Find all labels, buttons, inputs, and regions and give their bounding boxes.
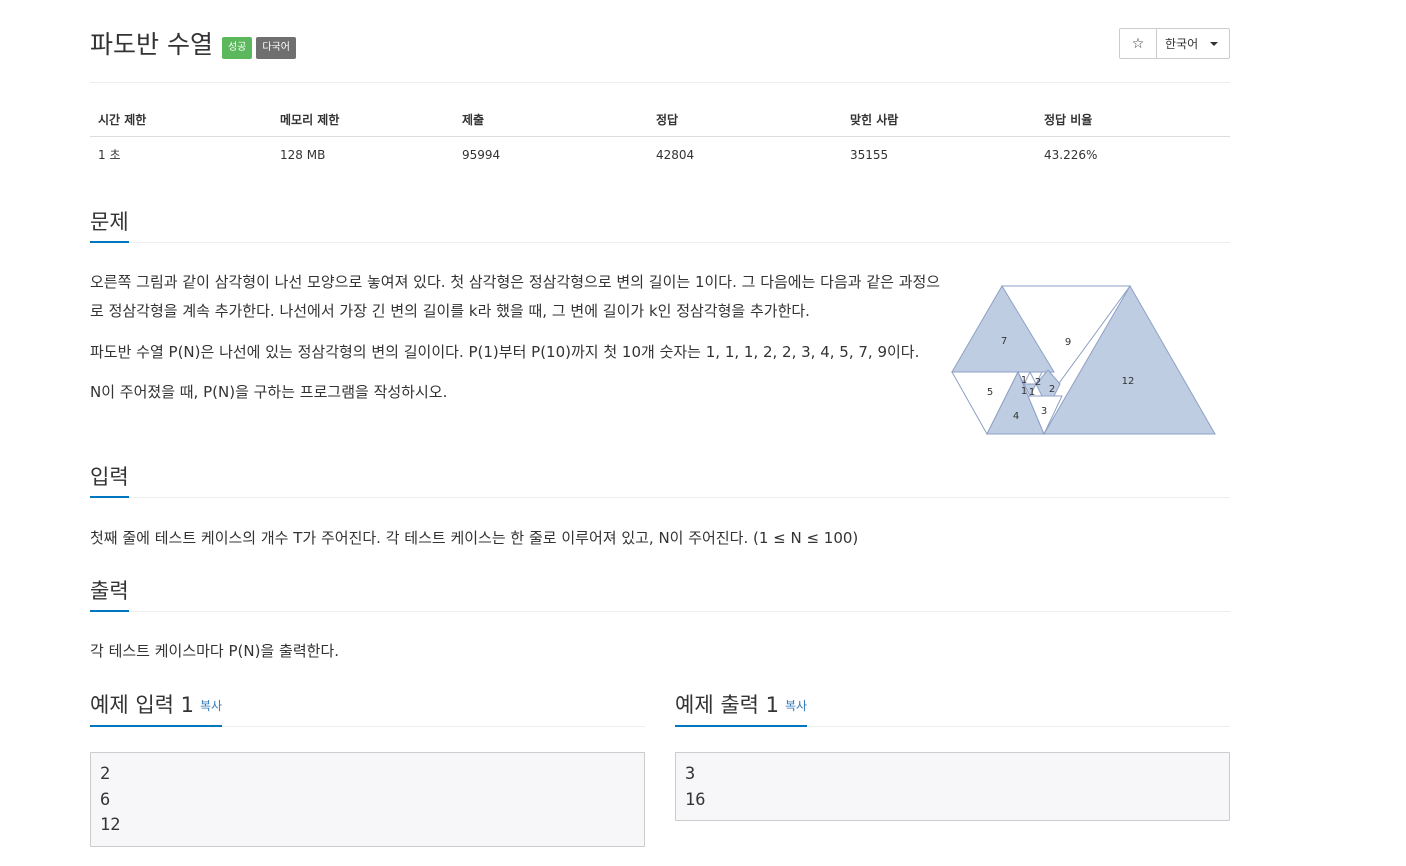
output-description: 각 테스트 케이스마다 P(N)을 출력한다. [90, 642, 340, 660]
sample-output-box[interactable]: 3 16 [675, 752, 1230, 821]
star-icon: ☆ [1131, 35, 1145, 52]
sample-output-title: 예제 출력 1 복사 [675, 690, 808, 727]
sample-output-header: 예제 출력 1 복사 [675, 688, 1230, 727]
input-description: 첫째 줄에 테스트 케이스의 개수 T가 주어진다. 각 테스트 케이스는 한 … [90, 529, 859, 547]
page-title: 파도반 수열 [90, 30, 213, 59]
problem-text-line: 오른쪽 그림과 같이 삼각형이 나선 모양으로 놓여져 있다. 첫 삼각형은 정… [90, 273, 941, 291]
table-cell[interactable]: 42804 [648, 137, 842, 172]
chevron-down-icon [1210, 41, 1219, 46]
problem-text-line: 로 정삼각형을 계속 추가한다. 나선에서 가장 긴 변의 길이를 k라 했을 … [90, 302, 810, 320]
header-actions: ☆ 한국어 [1119, 28, 1230, 59]
language-label: 한국어 [1165, 37, 1199, 51]
table-row: 1 초 128 MB 95994 42804 35155 43.226% [90, 137, 1230, 172]
table-header: 제출 [454, 103, 648, 137]
copy-sample-output-link[interactable]: 복사 [785, 699, 807, 713]
status-badge-multilang[interactable]: 다국어 [256, 37, 296, 59]
sample-input-title: 예제 입력 1 복사 [90, 690, 223, 727]
input-section-header: 입력 [90, 459, 1230, 498]
problem-section-header: 문제 [90, 204, 1230, 243]
output-section-header: 출력 [90, 573, 1230, 612]
table-header: 맞힌 사람 [842, 103, 1036, 137]
figure-label: 7 [1001, 336, 1007, 347]
figure-label: 4 [1013, 411, 1019, 422]
copy-sample-input-link[interactable]: 복사 [200, 699, 222, 713]
output-section-title: 출력 [90, 576, 129, 612]
figure-label: 2 [1035, 377, 1041, 388]
table-cell[interactable]: 35155 [842, 137, 1036, 172]
table-header: 메모리 제한 [272, 103, 454, 137]
table-header: 정답 [648, 103, 842, 137]
problem-section-title: 문제 [90, 207, 129, 243]
title-row: 파도반 수열 성공 다국어 [90, 28, 296, 62]
sample-output-title-text: 예제 출력 1 [675, 693, 779, 717]
padovan-spiral-figure: 7 9 12 5 1 2 2 1 1 4 3 [951, 285, 1216, 436]
figure-label: 3 [1041, 406, 1047, 417]
table-header: 정답 비율 [1036, 103, 1230, 137]
favorite-button[interactable]: ☆ [1119, 28, 1157, 59]
table-cell[interactable]: 95994 [454, 137, 648, 172]
figure-label: 2 [1049, 384, 1055, 395]
table-cell: 1 초 [98, 148, 121, 162]
status-badge-success[interactable]: 성공 [221, 37, 253, 59]
figure-label: 9 [1065, 337, 1071, 348]
problem-text-line: N이 주어졌을 때, P(N)을 구하는 프로그램을 작성하시오. [90, 383, 448, 401]
figure-label: 12 [1122, 376, 1135, 387]
sample-input-title-text: 예제 입력 1 [90, 693, 194, 717]
table-cell: 43.226% [1044, 147, 1098, 162]
problem-info-table: 시간 제한 메모리 제한 제출 정답 맞힌 사람 정답 비율 1 초 128 M… [90, 103, 1230, 171]
problem-text-line: 파도반 수열 P(N)은 나선에 있는 정삼각형의 변의 길이이다. P(1)부… [90, 343, 920, 361]
problem-page: 파도반 수열 성공 다국어 ☆ 한국어 시간 제한 메모리 제한 제출 정답 맞… [90, 0, 1230, 847]
table-header-row: 시간 제한 메모리 제한 제출 정답 맞힌 사람 정답 비율 [90, 103, 1230, 137]
sample-input-box[interactable]: 2 6 12 [90, 752, 645, 847]
table-cell: 128 MB [280, 147, 326, 162]
figure-label: 5 [987, 387, 993, 398]
input-section-title: 입력 [90, 462, 129, 498]
table-header: 시간 제한 [90, 103, 272, 137]
sample-input-header: 예제 입력 1 복사 [90, 688, 645, 727]
page-header: 파도반 수열 성공 다국어 ☆ 한국어 [90, 0, 1230, 83]
language-dropdown[interactable]: 한국어 [1157, 28, 1230, 59]
figure-label: 1 [1021, 386, 1027, 397]
figure-label: 1 [1029, 387, 1035, 398]
figure-label: 1 [1021, 375, 1027, 386]
